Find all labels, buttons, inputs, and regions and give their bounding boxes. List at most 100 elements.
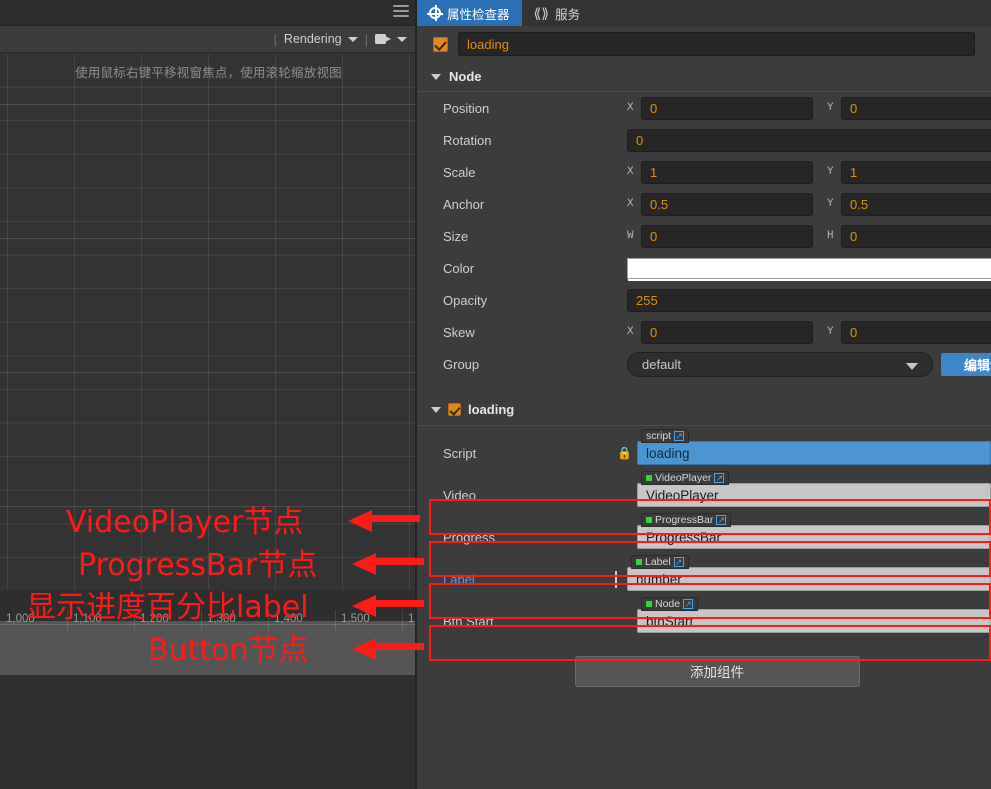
input-rotation[interactable]: 0 [627, 128, 991, 152]
open-link-icon-btn[interactable]: ↗ [683, 599, 694, 609]
row-video: Video VideoPlayer ↗ VideoPlayer ✕ [417, 471, 991, 516]
row-label: Label Label ↗ number ✕ [417, 555, 991, 600]
input-label[interactable]: number [627, 567, 991, 591]
label-anchor: Anchor [443, 196, 485, 212]
chevron-down-icon [347, 36, 358, 42]
row-btn-start: Btn Start Node ↗ btnStart ✕ [417, 597, 991, 642]
axis-position-y: Y [827, 102, 834, 114]
component-section-header[interactable]: loading [417, 394, 991, 426]
axis-scale-x: X [627, 166, 634, 178]
input-opacity[interactable]: 255 [627, 288, 991, 312]
row-color: Color [417, 252, 991, 284]
input-position-x[interactable]: 0 [641, 96, 813, 120]
input-btn-start[interactable]: btnStart [637, 609, 991, 633]
tab-property-inspector-label: 属性检查器 [447, 7, 510, 22]
axis-position-x: X [627, 102, 634, 114]
open-link-icon-progress[interactable]: ↗ [716, 515, 727, 525]
node-section-title: Node [449, 69, 482, 84]
ref-wrap-label: Label ↗ number [627, 555, 991, 591]
annotation-label: 显示进度百分比label [26, 590, 309, 625]
inspector-tabbar: 属性检查器 ⟪⟫ 服务 [417, 0, 991, 26]
open-link-icon-video[interactable]: ↗ [714, 473, 725, 483]
row-opacity: Opacity 255 [417, 284, 991, 316]
row-position: Position X 0 Y 0 [417, 92, 991, 124]
scene-menu-icon[interactable] [393, 5, 409, 19]
tab-services-label: 服务 [555, 7, 581, 22]
node-dot-icon [646, 475, 652, 481]
mode-badge-3d[interactable]: 3D [985, 38, 991, 50]
tag-video: VideoPlayer ↗ [641, 471, 730, 485]
service-icon: ⟪⟫ [533, 5, 550, 21]
annotation-button: Button节点 [148, 633, 309, 668]
row-group: Group default 编辑 [417, 348, 991, 380]
node-section-header[interactable]: Node [417, 62, 991, 92]
add-component-button[interactable]: 添加组件 [574, 655, 860, 687]
color-swatch[interactable] [627, 257, 991, 279]
gear-icon [427, 5, 443, 21]
input-size-w[interactable]: 0 [641, 224, 813, 248]
tag-progress: ProgressBar ↗ [641, 513, 732, 527]
rendering-dropdown[interactable]: Rendering [284, 32, 358, 46]
chevron-down-icon-group [906, 362, 918, 370]
input-script[interactable]: loading [637, 441, 991, 465]
camera-dropdown[interactable] [375, 34, 407, 44]
component-enabled-checkbox[interactable] [448, 403, 461, 416]
ref-wrap-progress: ProgressBar ↗ ProgressBar [637, 513, 991, 549]
rendering-label: Rendering [283, 32, 342, 46]
lock-icon: 🔒 [617, 446, 632, 460]
scene-lower-area [0, 675, 417, 789]
input-scale-x[interactable]: 1 [641, 160, 813, 184]
collapse-triangle-icon[interactable] [431, 73, 441, 80]
scene-tabbar [0, 0, 417, 26]
axis-skew-y: Y [827, 326, 834, 338]
label-btn-start: Btn Start [443, 613, 494, 629]
open-link-icon-label[interactable]: ↗ [673, 557, 684, 567]
text-cursor [615, 570, 617, 588]
label-skew: Skew [443, 324, 475, 340]
select-group-value: default [642, 356, 682, 372]
input-position-y[interactable]: 0 [841, 96, 991, 120]
node-dot-icon-4 [646, 601, 652, 607]
toolbar-separator-2: | [364, 31, 368, 47]
annotation-progressbar: ProgressBar节点 [78, 548, 318, 583]
label-script: Script [443, 445, 477, 461]
node-enabled-checkbox[interactable] [433, 36, 448, 52]
row-anchor: Anchor X 0.5 Y 0.5 [417, 188, 991, 220]
row-script: Script 🔒 script ↗ loading ✕ [417, 429, 991, 474]
label-video: Video [443, 487, 477, 503]
node-dot-icon-2 [646, 517, 652, 523]
edit-group-button[interactable]: 编辑 [941, 352, 991, 376]
label-group: Group [443, 356, 480, 372]
tab-property-inspector[interactable]: 属性检查器 [417, 0, 522, 26]
input-anchor-y[interactable]: 0.5 [841, 192, 991, 216]
input-skew-x[interactable]: 0 [641, 320, 813, 344]
open-link-icon[interactable]: ↗ [674, 431, 685, 441]
annotation-videoplayer: VideoPlayer节点 [66, 505, 304, 540]
toolbar-separator-1: | [273, 31, 277, 47]
node-name-row: loading 3D [417, 26, 991, 62]
node-name-input[interactable]: loading [458, 32, 975, 56]
row-scale: Scale X 1 Y 1 [417, 156, 991, 188]
axis-scale-y: Y [827, 166, 834, 178]
axis-anchor-x: X [627, 198, 634, 210]
scene-panel: | Rendering | 使用鼠标右键平移视窗焦点，使用滚轮缩放视图 1,00… [0, 0, 417, 789]
tag-video-label: VideoPlayer [655, 472, 712, 484]
input-progress[interactable]: ProgressBar [637, 525, 991, 549]
input-size-h[interactable]: 0 [841, 224, 991, 248]
tab-services[interactable]: ⟪⟫ 服务 [522, 0, 593, 26]
ref-wrap-video: VideoPlayer ↗ VideoPlayer [637, 471, 991, 507]
input-video[interactable]: VideoPlayer [637, 483, 991, 507]
row-rotation: Rotation 0 [417, 124, 991, 156]
inspector-panel: 属性检查器 ⟪⟫ 服务 loading 3D Node Position X 0… [417, 0, 991, 789]
camera-icon [375, 34, 391, 44]
label-label: Label [443, 571, 475, 587]
add-component-wrap: 添加组件 [417, 642, 991, 700]
label-rotation: Rotation [443, 132, 492, 148]
select-group[interactable]: default [627, 351, 933, 377]
label-color: Color [443, 260, 475, 276]
input-scale-y[interactable]: 1 [841, 160, 991, 184]
input-skew-y[interactable]: 0 [841, 320, 991, 344]
label-progress: Progress [443, 529, 496, 545]
collapse-triangle-icon-2[interactable] [431, 406, 441, 413]
input-anchor-x[interactable]: 0.5 [641, 192, 813, 216]
